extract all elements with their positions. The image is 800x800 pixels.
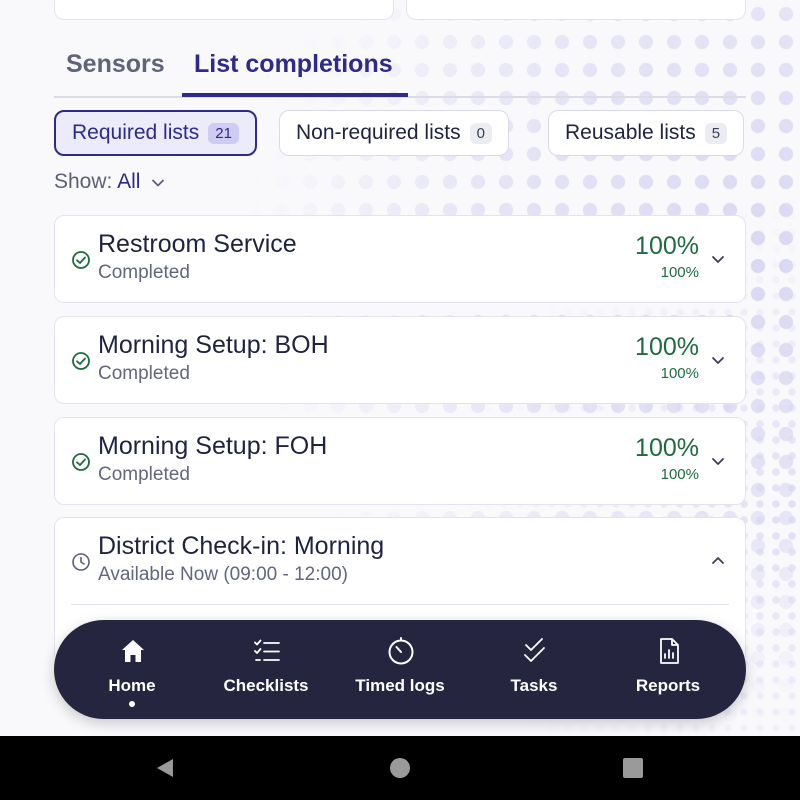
- nav-timed-logs[interactable]: Timed logs: [331, 620, 469, 719]
- chevron-down-icon[interactable]: [709, 250, 727, 268]
- filter-count-badge: 0: [469, 122, 492, 144]
- card-divider: [71, 604, 729, 605]
- filter-label: Non-required lists: [296, 121, 461, 144]
- summary-card-left[interactable]: [54, 0, 394, 20]
- list-title: Restroom Service: [98, 230, 297, 258]
- chevron-down-icon[interactable]: [709, 452, 727, 470]
- list-title: Morning Setup: FOH: [98, 432, 328, 460]
- report-icon: [660, 638, 679, 664]
- bottom-navigation: Home Checklists Timed logs Tasks Reports: [54, 620, 746, 719]
- home-circle-icon[interactable]: [388, 756, 412, 780]
- list-filter-pills: Required lists 21 Non-required lists 0 R…: [54, 110, 800, 158]
- back-icon[interactable]: [153, 756, 177, 780]
- filter-reusable-lists[interactable]: Reusable lists 5: [548, 110, 745, 156]
- completion-percent: 100%: [635, 333, 699, 361]
- chevron-down-icon[interactable]: [709, 351, 727, 369]
- nav-label: Tasks: [510, 676, 558, 695]
- nav-home[interactable]: Home: [63, 620, 201, 719]
- app-screen: Sensors List completions Required lists …: [0, 0, 800, 736]
- check-circle-icon: [72, 251, 90, 269]
- show-value: All: [117, 170, 141, 193]
- recents-square-icon[interactable]: [621, 756, 645, 780]
- double-check-icon: [524, 638, 545, 662]
- summary-card-right[interactable]: [406, 0, 746, 20]
- nav-reports[interactable]: Reports: [599, 620, 737, 719]
- list-status: Completed: [98, 363, 190, 384]
- active-nav-indicator: [129, 701, 135, 707]
- check-circle-icon: [72, 352, 90, 370]
- filter-count-badge: 5: [704, 122, 728, 144]
- filter-label: Required lists: [72, 121, 200, 144]
- completion-percent: 100%: [635, 232, 699, 260]
- filter-required-lists[interactable]: Required lists 21: [54, 110, 257, 156]
- nav-label: Timed logs: [355, 676, 445, 695]
- list-card-morning-setup-boh[interactable]: Morning Setup: BOH Completed 100% 100%: [54, 316, 746, 404]
- list-title: District Check-in: Morning: [98, 532, 385, 560]
- completion-percent-secondary: 100%: [660, 264, 699, 281]
- nav-checklists[interactable]: Checklists: [197, 620, 335, 719]
- active-tab-indicator: [182, 93, 408, 97]
- home-icon: [122, 640, 144, 662]
- show-filter-dropdown[interactable]: Show: All: [54, 170, 165, 194]
- nav-label: Reports: [635, 676, 701, 695]
- completion-percent-secondary: 100%: [660, 365, 699, 382]
- clock-icon: [72, 553, 90, 571]
- filter-count-badge: 21: [208, 122, 239, 144]
- checklist-icon: [254, 639, 280, 661]
- check-circle-icon: [72, 453, 90, 471]
- nav-label: Home: [108, 676, 156, 695]
- show-label: Show:: [54, 170, 113, 193]
- tab-list-completions[interactable]: List completions: [194, 44, 393, 96]
- tab-sensors[interactable]: Sensors: [66, 44, 165, 96]
- filter-non-required-lists[interactable]: Non-required lists 0: [279, 110, 509, 156]
- list-status: Completed: [98, 262, 190, 283]
- completion-percent: 100%: [635, 434, 699, 462]
- filter-label: Reusable lists: [565, 121, 696, 144]
- completion-percent-secondary: 100%: [660, 466, 699, 483]
- nav-label: Checklists: [223, 676, 309, 695]
- system-navigation-bar: [0, 736, 800, 800]
- top-summary-cards: [54, 0, 746, 20]
- list-card-morning-setup-foh[interactable]: Morning Setup: FOH Completed 100% 100%: [54, 417, 746, 505]
- chevron-down-icon: [152, 175, 165, 190]
- list-status: Available Now (09:00 - 12:00): [98, 564, 348, 585]
- list-title: Morning Setup: BOH: [98, 331, 329, 359]
- chevron-up-icon[interactable]: [709, 552, 727, 570]
- nav-tasks[interactable]: Tasks: [465, 620, 603, 719]
- list-status: Completed: [98, 464, 190, 485]
- timer-icon: [388, 637, 414, 665]
- list-card-restroom-service[interactable]: Restroom Service Completed 100% 100%: [54, 215, 746, 303]
- tab-bar: Sensors List completions: [54, 44, 746, 98]
